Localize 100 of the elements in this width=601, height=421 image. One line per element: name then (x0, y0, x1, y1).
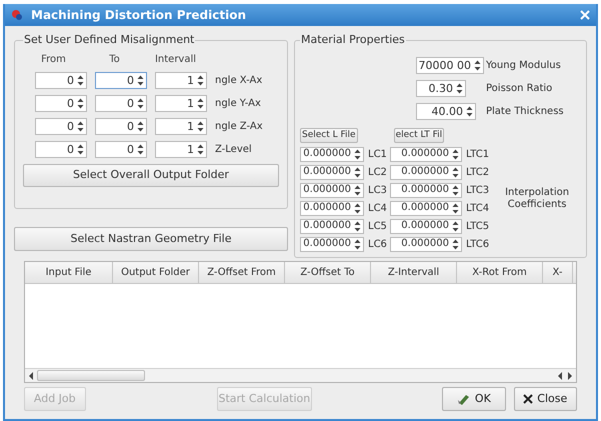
spin-box[interactable]: 0.000000 (300, 182, 364, 198)
spinner-arrows-icon (137, 120, 144, 132)
axis-label: ngle Z-Ax (215, 120, 263, 134)
spinner-arrows-icon (137, 144, 144, 154)
spin-box[interactable]: 0.000000 (390, 164, 462, 180)
spinner-arrows-icon (77, 120, 84, 132)
spinner-arrows-icon (456, 82, 463, 94)
spinner-arrows-icon (474, 60, 481, 70)
coefficient-label: LTC3 (466, 184, 490, 198)
push-button[interactable]: Select Overall Output Folder (23, 164, 279, 186)
spin-box[interactable]: 0.000000 (390, 236, 462, 252)
spinner-arrows-icon (197, 74, 204, 86)
spin-box[interactable]: 0 (35, 94, 87, 112)
spin-box[interactable]: 0 (35, 118, 87, 134)
coefficient-label: LC5 (368, 220, 386, 234)
coefficient-label: LC1 (368, 148, 386, 162)
scrollbar-thumb[interactable] (37, 370, 145, 381)
coefficient-label: LC2 (368, 166, 386, 180)
spin-box[interactable]: 0.000000 (300, 236, 364, 252)
column-label: To (108, 52, 121, 66)
property-label: Poisson Ratio (486, 82, 552, 96)
axis-label: Z-Level (215, 142, 252, 156)
push-button[interactable]: Select Nastran Geometry File (14, 227, 288, 251)
spinner-arrows-icon (197, 120, 204, 132)
spin-box[interactable]: 0 (95, 140, 147, 158)
spinner-arrows-icon (452, 148, 459, 160)
column-header[interactable]: Input File (25, 262, 113, 283)
coefficient-label: LTC5 (466, 220, 490, 234)
spinner-arrows-icon (137, 74, 144, 86)
spin-box[interactable]: 0.000000 (390, 182, 462, 198)
push-button[interactable]: Close (514, 387, 577, 411)
spin-box[interactable]: 0.000000 (300, 164, 364, 180)
right-arrow-icon[interactable] (566, 370, 574, 380)
spinner-arrows-icon (77, 144, 84, 154)
spin-box[interactable]: 0 (95, 118, 147, 134)
column-label: From (40, 52, 67, 66)
spin-box[interactable]: 0.30 (416, 80, 466, 96)
coefficient-label: LTC2 (466, 166, 490, 180)
spinner-arrows-icon (354, 220, 361, 232)
column-header[interactable]: Z-Intervall (371, 262, 457, 283)
left-arrow-icon[interactable] (27, 370, 35, 380)
spinner-arrows-icon (137, 98, 144, 108)
column-header[interactable]: Output Folder (113, 262, 199, 283)
column-label: Intervall (154, 52, 198, 66)
property-label: Plate Thickness (486, 104, 564, 118)
spin-box[interactable]: 0 (35, 140, 87, 158)
push-button[interactable]: OK (442, 387, 506, 411)
horizontal-scrollbar[interactable] (25, 368, 576, 382)
axis-label: ngle Y-Ax (215, 96, 261, 110)
coefficient-label: LC3 (368, 184, 386, 198)
interpolation-label: Interpolation Coefficients (504, 186, 570, 212)
spin-box[interactable]: 0.000000 (300, 218, 364, 234)
spinner-arrows-icon (354, 148, 361, 160)
coefficient-label: LTC6 (466, 238, 490, 252)
spin-box[interactable]: 0 (95, 94, 147, 112)
axis-label: ngle X-Ax (215, 74, 262, 88)
group-title: Material Properties (300, 32, 406, 48)
coefficient-label: LC6 (368, 238, 386, 252)
column-header[interactable]: Z-Offset From (199, 262, 285, 283)
spinner-arrows-icon (452, 202, 459, 214)
push-button[interactable]: elect LT Fil (394, 128, 444, 142)
spin-box[interactable]: 0 (95, 72, 147, 88)
spin-box[interactable]: 0 (35, 72, 87, 88)
spin-box[interactable]: 0.000000 (300, 200, 364, 216)
spinner-arrows-icon (452, 220, 459, 232)
window-title: Machining Distortion Prediction (31, 7, 248, 24)
spinner-arrows-icon (354, 166, 361, 178)
spin-box[interactable]: 1 (155, 118, 207, 134)
column-header[interactable]: Z-Offset To (285, 262, 371, 283)
spinner-arrows-icon (197, 144, 204, 154)
spinner-arrows-icon (77, 98, 84, 108)
spinner-arrows-icon (452, 166, 459, 178)
spin-box[interactable]: 1 (155, 140, 207, 158)
spinner-arrows-icon (197, 98, 204, 108)
spinner-arrows-icon (452, 238, 459, 250)
spin-box[interactable]: 0.000000 (390, 146, 462, 162)
spin-box[interactable]: 0.000000 (390, 218, 462, 234)
column-header[interactable]: X- (543, 262, 573, 283)
spinner-arrows-icon (452, 184, 459, 196)
close-icon[interactable] (580, 10, 590, 20)
push-button[interactable]: Select L File (300, 128, 358, 142)
spinner-arrows-icon (354, 202, 361, 214)
spinner-arrows-icon (354, 238, 361, 250)
coefficient-label: LTC4 (466, 202, 490, 216)
spin-box[interactable]: 70000 00 (416, 56, 484, 74)
coefficient-label: LTC1 (466, 148, 490, 162)
close-icon (523, 394, 534, 404)
spin-box[interactable]: 40.00 (416, 102, 476, 120)
spin-box[interactable]: 1 (155, 72, 207, 88)
spin-box[interactable]: 1 (155, 94, 207, 112)
group-title: Set User Defined Misalignment (23, 32, 196, 48)
column-header[interactable]: X-Rot From (457, 262, 543, 283)
spin-box[interactable]: 0.000000 (390, 200, 462, 216)
app-icon (11, 9, 23, 21)
coefficient-label: LC4 (368, 202, 386, 216)
left-arrow-icon[interactable] (556, 370, 564, 380)
property-label: Young Modulus (486, 58, 561, 72)
spinner-arrows-icon (77, 74, 84, 86)
spinner-arrows-icon (466, 106, 473, 116)
spin-box[interactable]: 0.000000 (300, 146, 364, 162)
